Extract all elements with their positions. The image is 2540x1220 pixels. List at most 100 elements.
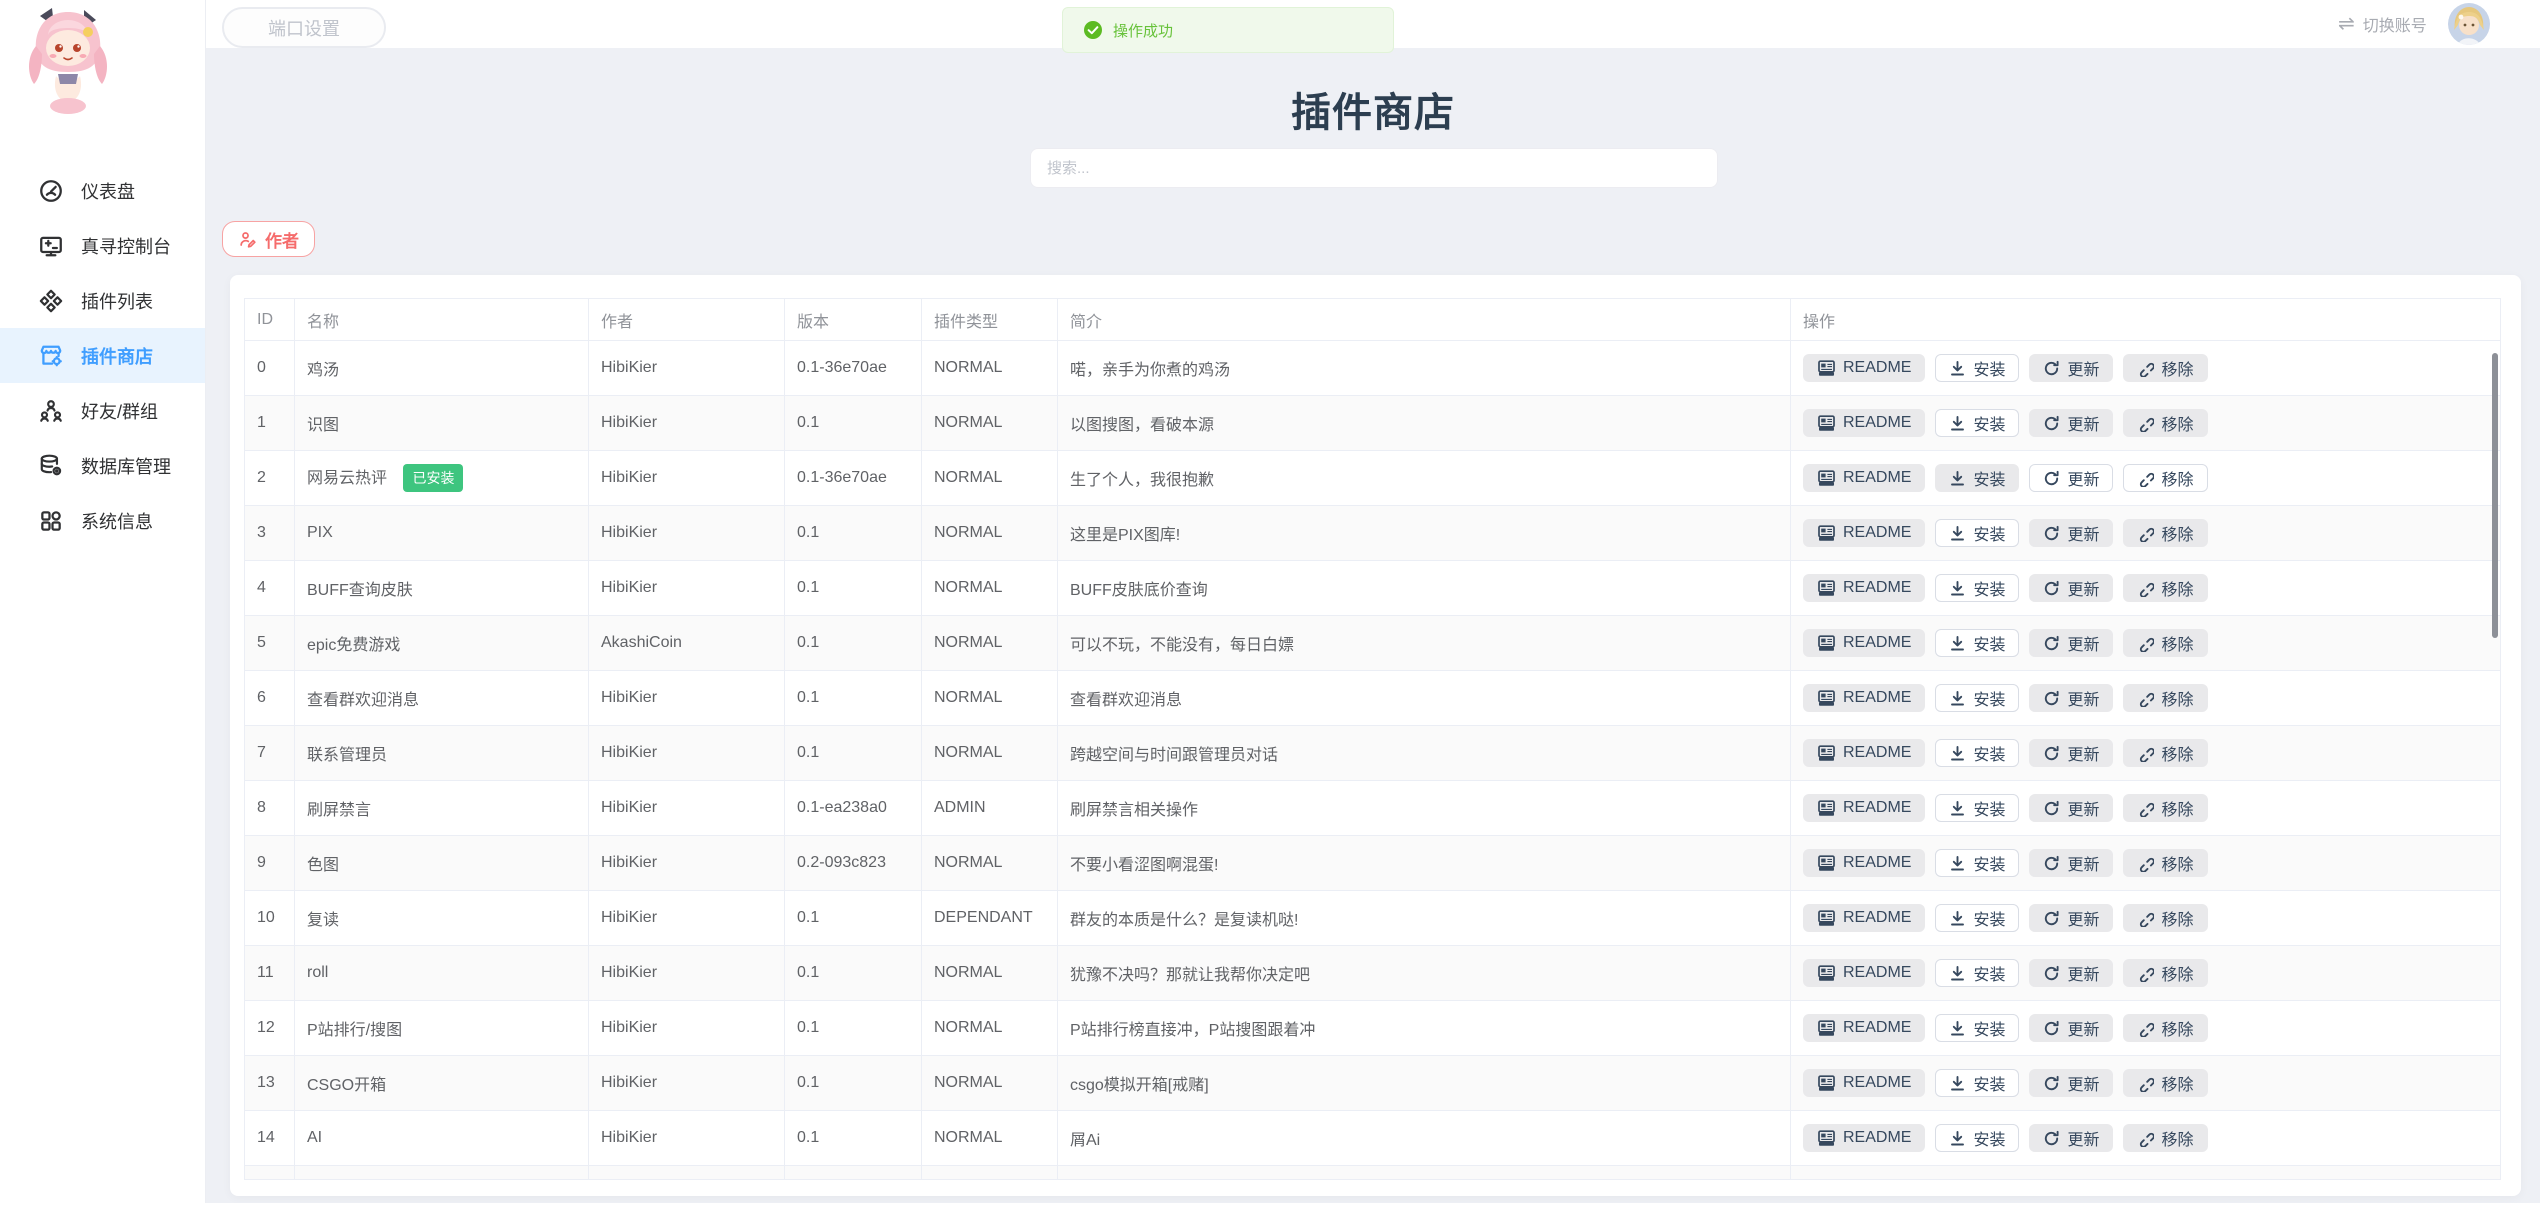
readme-button[interactable]: README	[1803, 959, 1925, 987]
remove-button[interactable]: 移除	[2123, 959, 2207, 987]
install-button[interactable]: 安装	[1935, 739, 2019, 767]
install-button[interactable]: 安装	[1935, 629, 2019, 657]
sidebar-item-friends-groups[interactable]: 好友/群组	[0, 383, 205, 438]
update-button[interactable]: 更新	[2029, 849, 2113, 877]
readme-button[interactable]: README	[1803, 519, 1925, 547]
install-button[interactable]: 安装	[1935, 1014, 2019, 1042]
install-button[interactable]: 安装	[1935, 574, 2019, 602]
install-button[interactable]: 安装	[1935, 684, 2019, 712]
remove-button[interactable]: 移除	[2123, 409, 2207, 437]
refresh-icon	[2043, 635, 2060, 652]
remove-button[interactable]: 移除	[2123, 684, 2207, 712]
update-button[interactable]: 更新	[2029, 574, 2113, 602]
readme-button[interactable]: README	[1803, 354, 1925, 382]
update-button[interactable]: 更新	[2029, 904, 2113, 932]
update-button[interactable]: 更新	[2029, 354, 2113, 382]
update-button[interactable]: 更新	[2029, 684, 2113, 712]
header-type: 插件类型	[922, 299, 1058, 341]
update-button[interactable]: 更新	[2029, 519, 2113, 547]
author-filter-button[interactable]: 作者	[222, 221, 315, 257]
remove-button[interactable]: 移除	[2123, 1014, 2207, 1042]
table-scrollbar-thumb[interactable]	[2492, 353, 2498, 638]
table-row: 9 色图 HibiKier 0.2-093c823 NORMAL 不要小看涩图啊…	[245, 836, 2501, 891]
cell-actions: README 安装 更新	[1791, 451, 2501, 506]
readme-button[interactable]: README	[1803, 1069, 1925, 1097]
readme-button[interactable]: README	[1803, 574, 1925, 602]
cell-name: PIX	[295, 506, 589, 561]
sidebar-item-console[interactable]: 真寻控制台	[0, 218, 205, 273]
remove-button[interactable]: 移除	[2123, 904, 2207, 932]
table-header-row: ID 名称 作者 版本 插件类型 简介 操作	[245, 299, 2501, 341]
sidebar-item-dashboard[interactable]: 仪表盘	[0, 163, 205, 218]
plugin-name: 网易云热评	[307, 470, 387, 487]
readme-button[interactable]: README	[1803, 739, 1925, 767]
install-button[interactable]: 安装	[1935, 1069, 2019, 1097]
avatar[interactable]	[2448, 3, 2490, 45]
update-button[interactable]: 更新	[2029, 794, 2113, 822]
cell-desc: P站排行榜直接冲，P站搜图跟着冲	[1058, 1001, 1791, 1056]
cell-name: 复读	[295, 891, 589, 946]
install-button[interactable]: 安装	[1935, 519, 2019, 547]
install-button[interactable]: 安装	[1935, 794, 2019, 822]
switch-account-button[interactable]: ⇌ 切换账号	[2338, 0, 2427, 48]
readme-button[interactable]: README	[1803, 904, 1925, 932]
cell-author: HibiKier	[589, 836, 785, 891]
remove-button[interactable]: 移除	[2123, 464, 2207, 492]
update-button[interactable]: 更新	[2029, 739, 2113, 767]
install-button[interactable]: 安装	[1935, 464, 2019, 492]
update-button[interactable]: 更新	[2029, 1124, 2113, 1152]
search-input[interactable]	[1030, 148, 1718, 188]
cell-name: 色图	[295, 836, 589, 891]
cell-id: 6	[245, 671, 295, 726]
readme-button[interactable]: README	[1803, 464, 1925, 492]
plugin-name: 识图	[307, 417, 339, 434]
sidebar-item-system-info[interactable]: 系统信息	[0, 493, 205, 548]
readme-button[interactable]: README	[1803, 1014, 1925, 1042]
cell-actions: README 安装 更新	[1791, 671, 2501, 726]
update-button[interactable]: 更新	[2029, 629, 2113, 657]
remove-button[interactable]: 移除	[2123, 794, 2207, 822]
cell-desc: 生了个人，我很抱歉	[1058, 451, 1791, 506]
cell-type: NORMAL	[922, 836, 1058, 891]
readme-button[interactable]: README	[1803, 409, 1925, 437]
remove-button[interactable]: 移除	[2123, 739, 2207, 767]
install-button[interactable]: 安装	[1935, 409, 2019, 437]
remove-button[interactable]: 移除	[2123, 629, 2207, 657]
cell-id: 14	[245, 1111, 295, 1166]
sidebar-item-plugin-list[interactable]: 插件列表	[0, 273, 205, 328]
update-button[interactable]: 更新	[2029, 1014, 2113, 1042]
cell-id: 5	[245, 616, 295, 671]
remove-button[interactable]: 移除	[2123, 849, 2207, 877]
remove-button[interactable]: 移除	[2123, 574, 2207, 602]
remove-button[interactable]: 移除	[2123, 1069, 2207, 1097]
cell-id: 3	[245, 506, 295, 561]
system-info-icon	[38, 508, 64, 534]
table-row: 8 刷屏禁言 HibiKier 0.1-ea238a0 ADMIN 刷屏禁言相关…	[245, 781, 2501, 836]
sidebar-item-plugin-store[interactable]: 插件商店	[0, 328, 205, 383]
sidebar-item-database[interactable]: 数据库管理	[0, 438, 205, 493]
remove-button[interactable]: 移除	[2123, 354, 2207, 382]
horizontal-scrollbar-track[interactable]	[0, 1203, 2540, 1220]
install-button[interactable]: 安装	[1935, 849, 2019, 877]
readme-button[interactable]: README	[1803, 684, 1925, 712]
unlink-icon	[2137, 1075, 2154, 1092]
update-button[interactable]: 更新	[2029, 959, 2113, 987]
readme-button[interactable]: README	[1803, 849, 1925, 877]
plugin-name: 鸡汤	[307, 362, 339, 379]
readme-button[interactable]: README	[1803, 1124, 1925, 1152]
update-button[interactable]: 更新	[2029, 409, 2113, 437]
readme-button[interactable]: README	[1803, 629, 1925, 657]
install-button[interactable]: 安装	[1935, 904, 2019, 932]
install-button[interactable]: 安装	[1935, 1124, 2019, 1152]
sidebar-item-label: 仪表盘	[81, 178, 135, 204]
update-button[interactable]: 更新	[2029, 1069, 2113, 1097]
cell-desc: csgo模拟开箱[戒赌]	[1058, 1056, 1791, 1111]
table-row: 7 联系管理员 HibiKier 0.1 NORMAL 跨越空间与时间跟管理员对…	[245, 726, 2501, 781]
port-settings-button[interactable]: 端口设置	[222, 7, 386, 48]
remove-button[interactable]: 移除	[2123, 1124, 2207, 1152]
install-button[interactable]: 安装	[1935, 959, 2019, 987]
install-button[interactable]: 安装	[1935, 354, 2019, 382]
readme-button[interactable]: README	[1803, 794, 1925, 822]
remove-button[interactable]: 移除	[2123, 519, 2207, 547]
update-button[interactable]: 更新	[2029, 464, 2113, 492]
